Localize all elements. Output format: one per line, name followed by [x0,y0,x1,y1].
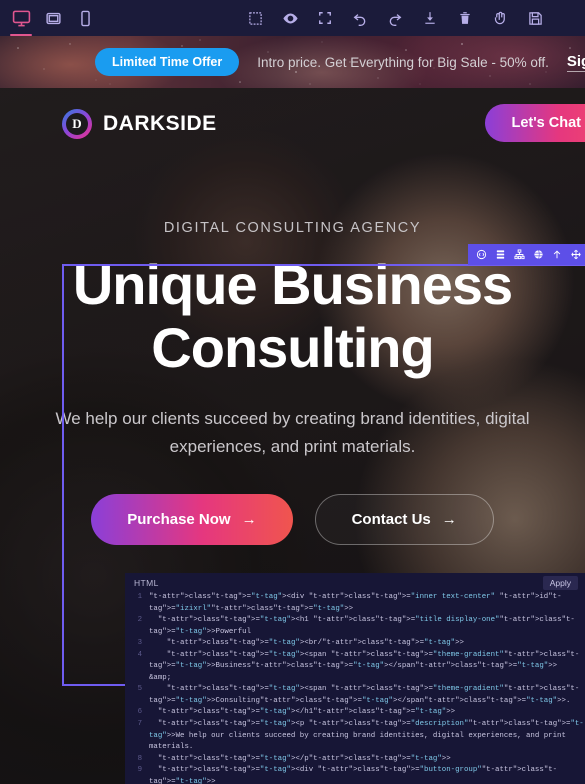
line-number: 2 [137,616,142,625]
select-button[interactable] [240,4,270,32]
sitemap-button[interactable] [511,246,527,263]
sitemap-icon [513,249,525,260]
redo-button[interactable] [380,4,410,32]
line-code: "t-attr">class"t-tag">="t-tag"><span "t-… [149,685,580,705]
element-action-toolbar [468,244,585,265]
line-number: 1 [137,593,142,601]
drag-move-icon [571,249,581,260]
app-root: Limited Time Offer Intro price. Get Ever… [0,0,585,784]
mobile-icon [80,10,90,26]
drag-handle[interactable] [568,246,584,263]
code-line[interactable]: 8 "t-attr">class"t-tag">="t-tag"></p"t-a… [127,754,585,766]
desktop-view-button[interactable] [6,4,36,36]
line-number: 4 [137,650,142,659]
line-code: "t-attr">class"t-tag">="t-tag"><div "t-a… [149,766,558,784]
redo-icon [389,14,402,26]
site-navbar: D DARKSIDE Let's Chat [0,88,585,160]
line-number: 7 [137,720,142,729]
move-up-button[interactable] [549,246,565,263]
trash-icon [460,12,470,24]
logo-letter: D [66,113,88,135]
code-language-label: HTML [134,577,159,588]
line-code: "t-attr">class"t-tag">="t-tag"><span "t-… [149,650,580,682]
undo-icon [353,14,366,26]
undo-button[interactable] [345,4,375,32]
apply-button[interactable]: Apply [542,575,578,590]
logo-wordmark: DARKSIDE [103,112,217,135]
code-line[interactable]: 9 "t-attr">class"t-tag">="t-tag"><div "t… [127,765,585,784]
signup-now-link[interactable]: Signup Now [566,53,585,72]
line-number: 9 [137,766,142,775]
preview-eye-icon [282,13,298,23]
line-code: "t-attr">class"t-tag">="t-tag"><div "t-a… [149,593,562,613]
code-line[interactable]: 6 "t-attr">class"t-tag">="t-tag"></h1"t-… [127,707,585,719]
line-code: "t-attr">class"t-tag">="t-tag"></p"t-att… [157,754,451,763]
tablet-icon [45,12,61,24]
fullscreen-button[interactable] [310,4,340,32]
mobile-view-button[interactable] [70,4,100,32]
site-logo[interactable]: D DARKSIDE [62,109,217,139]
line-code: "t-attr">class"t-tag">="t-tag"><p "t-att… [149,720,584,752]
line-number: 5 [137,685,142,694]
line-number: 3 [137,639,142,648]
download-icon [425,12,435,24]
html-code-editor[interactable]: HTML Apply 1 "t-attr">class"t-tag">="t-ta… [125,573,585,784]
code-button[interactable] [473,246,489,263]
line-code: "t-attr">class"t-tag">="t-tag"><br/"t-at… [166,639,464,648]
layers-button[interactable] [492,246,508,263]
line-number: 6 [137,708,142,717]
line-code: "t-attr">class"t-tag">="t-tag"></h1"t-at… [157,708,456,717]
hero-eyebrow: DIGITAL CONSULTING AGENCY [163,220,422,236]
code-line[interactable]: 3 "t-attr">class"t-tag">="t-tag"><br/"t-… [127,638,585,650]
tablet-view-button[interactable] [38,4,68,32]
download-button[interactable] [415,4,445,32]
announcement-text: Intro price. Get Everything for Big Sale… [257,54,549,70]
fullscreen-icon [319,12,331,24]
globe-icon [533,250,543,259]
save-icon [528,11,542,25]
code-lines-container[interactable]: 1 "t-attr">class"t-tag">="t-tag"><div "t-… [125,592,585,784]
line-number: 8 [137,754,142,763]
code-line[interactable]: 7 "t-attr">class"t-tag">="t-tag"><p "t-a… [127,719,585,754]
code-icon [476,249,486,260]
device-switcher [0,4,100,36]
pan-button[interactable] [485,4,515,32]
code-line[interactable]: 5 "t-attr">class"t-tag">="t-tag"><span "… [127,684,585,707]
preview-button[interactable] [275,4,305,32]
code-editor-header: HTML Apply [125,573,585,592]
lets-chat-button[interactable]: Let's Chat [485,104,585,142]
code-line[interactable]: 2 "t-attr">class"t-tag">="t-tag"><h1 "t-… [127,615,585,638]
logo-ring-icon: D [62,109,92,139]
hand-icon [494,11,505,25]
move-up-icon [553,250,561,259]
editor-toolbar [0,0,585,36]
layers-icon [496,250,504,259]
code-line[interactable]: 4 "t-attr">class"t-tag">="t-tag"><span "… [127,650,585,685]
global-button[interactable] [530,246,546,263]
select-icon [248,11,262,25]
save-button[interactable] [520,4,550,32]
desktop-icon [12,10,30,26]
tool-buttons [240,4,550,32]
line-code: "t-attr">class"t-tag">="t-tag"><h1 "t-at… [149,616,575,636]
limited-offer-badge: Limited Time Offer [95,48,240,76]
delete-button[interactable] [450,4,480,32]
announcement-bar[interactable]: Limited Time Offer Intro price. Get Ever… [0,36,585,88]
code-line[interactable]: 1 "t-attr">class"t-tag">="t-tag"><div "t-… [127,592,585,615]
